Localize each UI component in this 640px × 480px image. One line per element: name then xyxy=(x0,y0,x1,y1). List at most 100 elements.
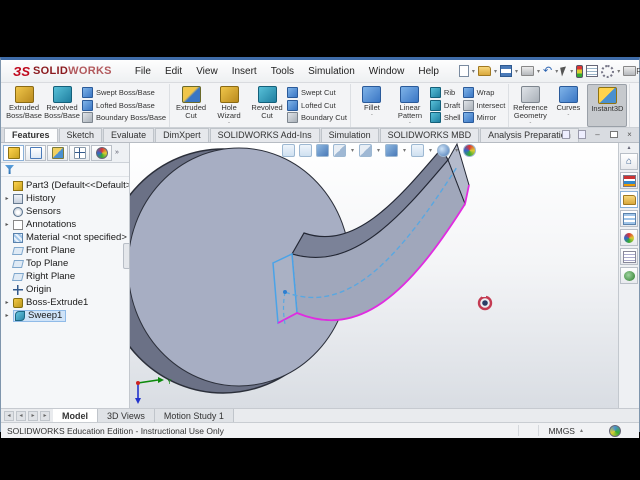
options-button[interactable] xyxy=(600,64,615,79)
undo-caret[interactable]: ▾ xyxy=(555,68,558,75)
dimxpert-manager-tab[interactable] xyxy=(69,144,90,161)
sweep1-selected-row[interactable]: Sweep1 xyxy=(13,309,67,322)
tab-features[interactable]: Features xyxy=(4,128,58,142)
tree-item-top-plane[interactable]: Top Plane xyxy=(1,257,129,270)
tree-item-sensors[interactable]: Sensors xyxy=(1,205,129,218)
save-button[interactable] xyxy=(499,64,513,79)
instant3d-button[interactable]: Instant3D xyxy=(587,84,628,127)
linear-pattern-caret[interactable]: - xyxy=(409,120,411,126)
display-manager-tab[interactable] xyxy=(91,144,112,161)
hide-show-caret[interactable]: ▾ xyxy=(429,147,432,154)
print-caret[interactable]: ▾ xyxy=(537,68,540,75)
tree-item-material[interactable]: Material <not specified> xyxy=(1,231,129,244)
pin-menu-icon[interactable] xyxy=(446,67,454,75)
doc-page-icon-b[interactable] xyxy=(575,129,588,140)
tree-item-sweep1[interactable]: ▸ Sweep1 xyxy=(1,309,129,322)
annotations-expand-arrow[interactable]: ▸ xyxy=(4,221,10,228)
sweep-start-face[interactable] xyxy=(272,252,298,325)
tab-nav-first[interactable]: ◂ xyxy=(4,410,14,421)
previous-view-icon[interactable] xyxy=(316,144,329,157)
panel-collapse-handle[interactable] xyxy=(123,243,130,269)
options-caret[interactable]: ▾ xyxy=(617,68,620,75)
curves-button[interactable]: Curves - xyxy=(549,84,587,127)
taskpane-custom-properties-button[interactable] xyxy=(620,248,638,265)
lofted-boss-button[interactable]: Lofted Boss/Base xyxy=(82,99,166,111)
tab-sketch[interactable]: Sketch xyxy=(58,128,103,142)
tags-globe-icon[interactable] xyxy=(609,424,621,437)
apply-scene-icon[interactable] xyxy=(463,144,477,157)
tab-nav-next[interactable]: ▸ xyxy=(28,410,38,421)
reference-geometry-button[interactable]: Reference Geometry - xyxy=(511,84,549,127)
hide-show-items-icon[interactable] xyxy=(411,144,425,157)
linear-pattern-button[interactable]: Linear Pattern - xyxy=(391,84,429,127)
zoom-fit-icon[interactable] xyxy=(282,144,295,157)
tree-item-boss-extrude1[interactable]: ▸ Boss-Extrude1 xyxy=(1,296,129,309)
property-manager-tab[interactable] xyxy=(25,144,46,161)
panel-tabs-overflow-chevron[interactable]: » xyxy=(115,149,119,156)
new-document-button[interactable] xyxy=(458,64,470,79)
taskpane-appearances-button[interactable] xyxy=(620,229,638,246)
select-button[interactable] xyxy=(560,64,569,79)
boundary-cut-button[interactable]: Boundary Cut xyxy=(287,112,347,123)
section-caret[interactable]: ▾ xyxy=(351,147,354,154)
configuration-manager-tab[interactable] xyxy=(47,144,68,161)
tree-filter-row[interactable] xyxy=(1,163,129,177)
tab-dimxpert[interactable]: DimXpert xyxy=(155,128,209,142)
doc-page-icon-a[interactable] xyxy=(559,129,572,140)
taskpane-design-library-button[interactable] xyxy=(620,172,638,189)
boundary-boss-button[interactable]: Boundary Boss/Base xyxy=(82,112,166,123)
fillet-caret[interactable]: - xyxy=(371,112,373,118)
sweep1-expand-arrow[interactable]: ▸ xyxy=(4,312,10,319)
task-pane-collapse-chevron[interactable]: ▴ xyxy=(627,144,630,151)
doc-close-button[interactable]: × xyxy=(623,129,636,140)
revolved-boss-button[interactable]: Revolved Boss/Base xyxy=(43,84,81,127)
swept-cut-button[interactable]: Swept Cut xyxy=(287,87,347,98)
history-expand-arrow[interactable]: ▸ xyxy=(4,195,10,202)
view-orientation-icon[interactable] xyxy=(359,144,373,157)
lofted-cut-button[interactable]: Lofted Cut xyxy=(287,99,347,111)
tab-solidworks-mbd[interactable]: SOLIDWORKS MBD xyxy=(379,128,480,142)
taskpane-view-palette-button[interactable] xyxy=(620,210,638,227)
menu-file[interactable]: File xyxy=(128,64,158,79)
qat-overflow-button[interactable]: R.. xyxy=(622,64,640,79)
menu-insert[interactable]: Insert xyxy=(225,64,264,79)
tree-item-annotations[interactable]: ▸ Annotations xyxy=(1,218,129,231)
doc-minimize-button[interactable]: – xyxy=(591,129,604,140)
taskpane-file-explorer-button[interactable] xyxy=(620,191,638,208)
print-button[interactable] xyxy=(520,64,535,79)
menu-help[interactable]: Help xyxy=(411,64,446,79)
hole-wizard-button[interactable]: Hole Wizard - xyxy=(210,84,248,127)
mirror-button[interactable]: Mirror xyxy=(462,112,506,123)
extruded-cut-button[interactable]: Extruded Cut xyxy=(172,84,210,127)
swept-boss-button[interactable]: Swept Boss/Base xyxy=(82,87,166,98)
boss-extrude1-expand-arrow[interactable]: ▸ xyxy=(4,299,10,306)
tree-item-origin[interactable]: Origin xyxy=(1,283,129,296)
reference-geometry-caret[interactable]: - xyxy=(529,120,531,126)
curves-caret[interactable]: - xyxy=(567,112,569,118)
menu-simulation[interactable]: Simulation xyxy=(301,64,362,79)
tab-nav-last[interactable]: ▸ xyxy=(40,410,50,421)
tab-model[interactable]: Model xyxy=(53,409,98,422)
select-caret[interactable]: ▾ xyxy=(570,68,573,75)
section-view-icon[interactable] xyxy=(333,144,346,157)
fillet-button[interactable]: Fillet - xyxy=(353,84,391,127)
draft-button[interactable]: Draft xyxy=(429,99,461,111)
model-canvas[interactable]: Y xyxy=(130,143,618,408)
file-properties-button[interactable] xyxy=(585,64,599,79)
tab-solidworks-add-ins[interactable]: SOLIDWORKS Add-Ins xyxy=(209,128,320,142)
menu-window[interactable]: Window xyxy=(362,64,412,79)
rib-button[interactable]: Rib xyxy=(429,87,461,98)
tree-item-right-plane[interactable]: Right Plane xyxy=(1,270,129,283)
tab-motion-study-1[interactable]: Motion Study 1 xyxy=(154,409,234,422)
taskpane-home-button[interactable]: ⌂ xyxy=(620,153,638,170)
menu-edit[interactable]: Edit xyxy=(158,64,189,79)
menu-view[interactable]: View xyxy=(189,64,225,79)
hole-wizard-caret[interactable]: - xyxy=(228,120,230,126)
view-orientation-caret[interactable]: ▾ xyxy=(377,147,380,154)
save-caret[interactable]: ▾ xyxy=(515,68,518,75)
intersect-button[interactable]: Intersect xyxy=(462,99,505,111)
graphics-area[interactable]: ▾ ▾ ▾ ▾ ▾ Y xyxy=(130,143,618,408)
tab-nav-prev[interactable]: ◂ xyxy=(16,410,26,421)
tree-item-part3[interactable]: Part3 (Default<<Default>_Displa xyxy=(1,179,129,192)
revolved-cut-button[interactable]: Revolved Cut xyxy=(248,84,286,127)
